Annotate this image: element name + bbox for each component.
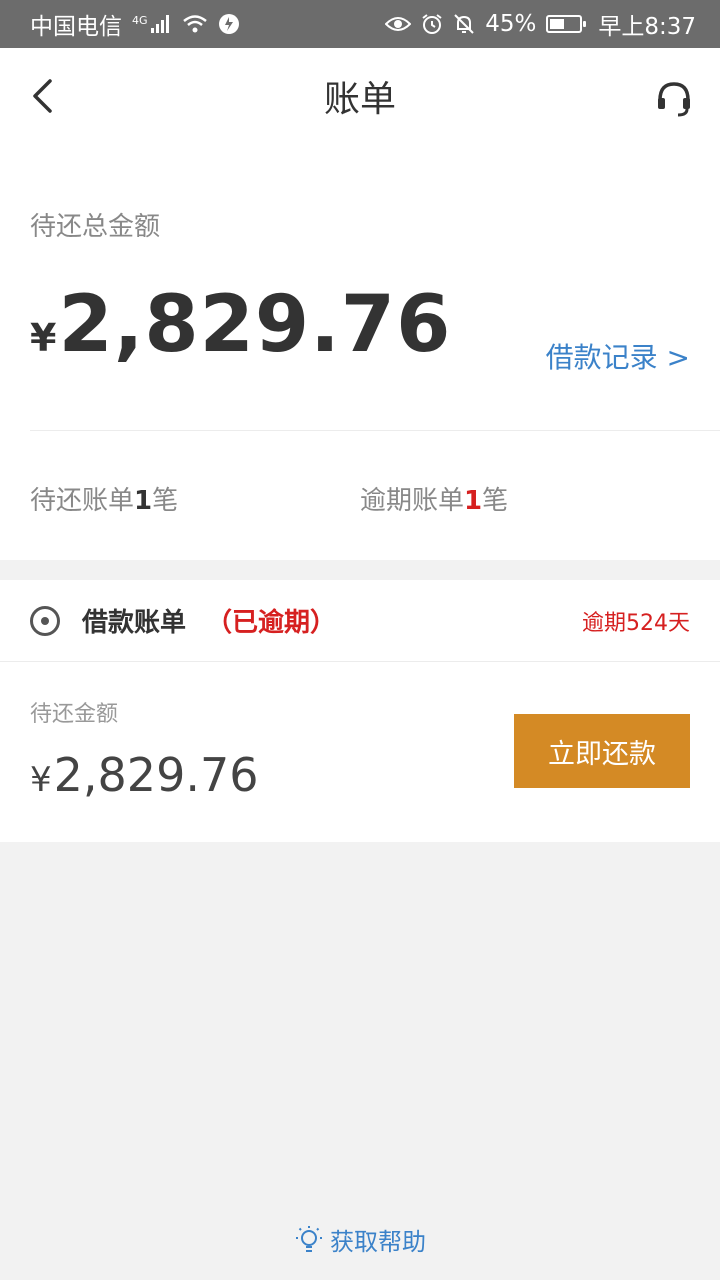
back-button[interactable] <box>22 76 62 116</box>
pending-bills-count: 待还账单1笔 <box>30 486 179 516</box>
mute-bell-icon <box>453 13 475 35</box>
wifi-icon <box>182 14 208 34</box>
overdue-bills-count: 逾期账单1笔 <box>360 486 509 516</box>
coin-icon <box>30 605 60 636</box>
total-due-value: 2,829.76 <box>58 280 452 370</box>
battery-icon <box>546 15 587 33</box>
bill-counts: 待还账单1笔 逾期账单1笔 <box>30 480 690 517</box>
bill-header: 借款账单 （已逾期） 逾期524天 <box>0 580 720 662</box>
currency-symbol: ¥ <box>30 316 57 360</box>
currency-symbol: ¥ <box>30 760 52 800</box>
status-bar: 中国电信 4G 45% 早上8:37 <box>0 0 720 48</box>
page-title: 账单 <box>323 79 396 120</box>
get-help-label: 获取帮助 <box>330 1228 426 1256</box>
battery-fill <box>550 19 565 29</box>
eye-icon <box>385 14 412 34</box>
divider <box>30 430 720 431</box>
summary-card: 待还总金额 ¥ 2,829.76 借款记录 > 待还账单1笔 逾期账单1笔 <box>0 144 720 560</box>
alarm-icon <box>421 13 443 35</box>
carrier-name: 中国电信 <box>30 14 122 40</box>
due-amount: ¥ 2,829.76 <box>30 748 258 802</box>
overdue-status: （已逾期） <box>206 608 337 638</box>
battery-percent: 45% <box>485 11 537 37</box>
loan-records-link[interactable]: 借款记录 > <box>546 336 690 376</box>
nav-header: 账单 <box>0 48 720 144</box>
due-amount-label: 待还金额 <box>30 702 119 727</box>
vpn-icon <box>218 13 240 35</box>
headset-icon <box>658 82 690 117</box>
status-left: 中国电信 4G <box>30 7 240 41</box>
total-due-amount: ¥ 2,829.76 <box>30 280 451 370</box>
get-help-link[interactable]: 获取帮助 <box>0 1222 720 1257</box>
overdue-days: 逾期524天 <box>582 610 690 636</box>
chevron-left-icon <box>33 79 52 113</box>
repay-now-button[interactable]: 立即还款 <box>514 714 690 788</box>
bill-name: 借款账单 <box>82 608 187 638</box>
customer-service-button[interactable] <box>652 76 696 120</box>
lightbulb-icon <box>296 1225 322 1252</box>
loan-bill-card: 借款账单 （已逾期） 逾期524天 待还金额 ¥ 2,829.76 立即还款 <box>0 580 720 842</box>
signal-icon: 4G <box>132 14 172 34</box>
status-right: 45% 早上8:37 <box>385 7 696 41</box>
clock: 早上8:37 <box>598 14 696 40</box>
network-type: 4G <box>132 14 148 27</box>
due-amount-value: 2,829.76 <box>53 748 259 802</box>
total-due-label: 待还总金额 <box>30 212 161 242</box>
